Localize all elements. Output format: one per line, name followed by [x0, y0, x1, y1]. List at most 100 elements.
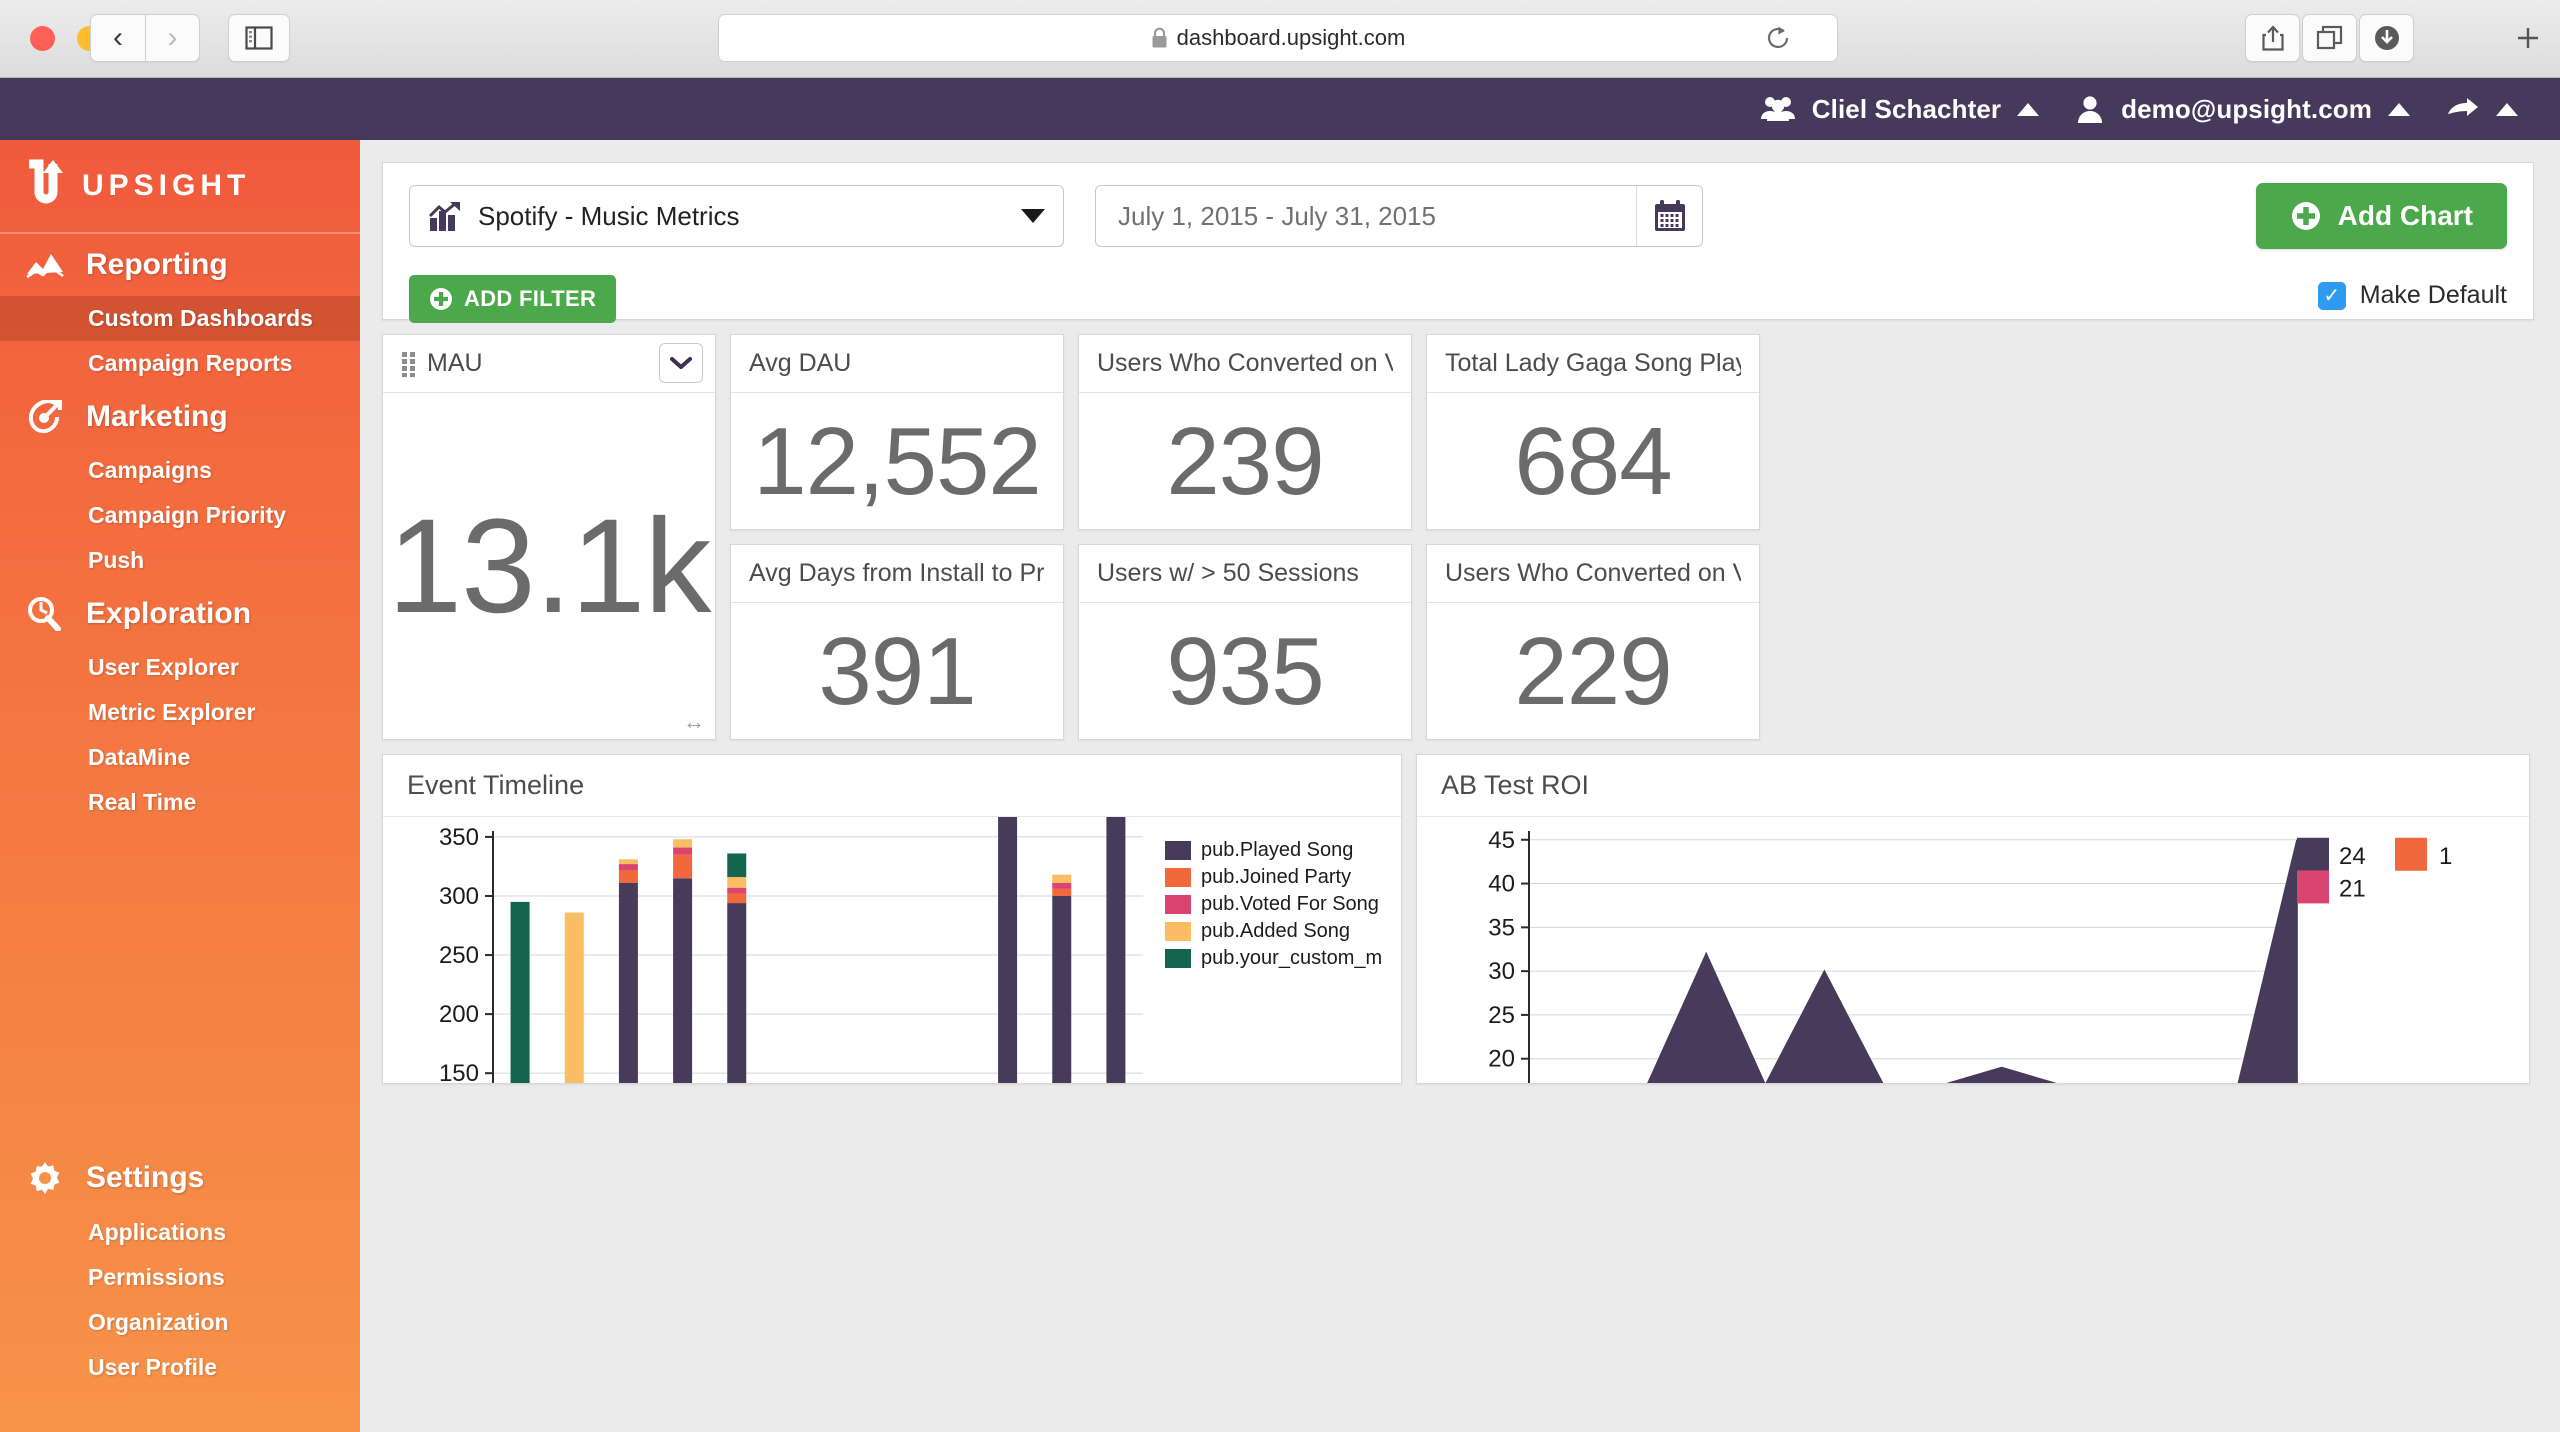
- card-value: 229: [1514, 618, 1672, 725]
- card-value: 684: [1514, 408, 1672, 515]
- metric-card-avg-days-install-premium[interactable]: Avg Days from Install to Premi… 391: [730, 544, 1064, 740]
- sidebar-item-real-time[interactable]: Real Time: [0, 780, 360, 825]
- reload-button[interactable]: [1750, 14, 1805, 62]
- back-button[interactable]: ‹: [90, 14, 145, 62]
- svg-text:150: 150: [439, 1060, 479, 1084]
- card-value: 239: [1166, 408, 1324, 515]
- legend-item[interactable]: pub.Voted For Song: [1165, 893, 1382, 916]
- chart-card-event-timeline[interactable]: Event Timeline 150 200 250 300 350 pub.Playe…: [382, 754, 1402, 1084]
- main-sidebar: UPSIGHT Reporting Custom Dashboards Camp…: [0, 140, 360, 1432]
- sidebar-item-datamine[interactable]: DataMine: [0, 735, 360, 780]
- sidebar-item-label: Permissions: [88, 1264, 225, 1290]
- address-bar[interactable]: dashboard.upsight.com: [718, 14, 1838, 62]
- dashboard-content: Spotify - Music Metrics July 1, 2015 - J…: [360, 140, 2560, 1432]
- card-title: Users Who Converted on Vari…: [1097, 349, 1393, 377]
- share-button[interactable]: [2245, 14, 2300, 62]
- sidebar-toggle-button[interactable]: [228, 14, 290, 62]
- card-menu-button[interactable]: [659, 343, 703, 383]
- sidebar-item-metric-explorer[interactable]: Metric Explorer: [0, 690, 360, 735]
- sidebar-item-user-explorer[interactable]: User Explorer: [0, 645, 360, 690]
- sidebar-item-label: Campaign Priority: [88, 502, 287, 528]
- forward-button[interactable]: ›: [145, 14, 200, 62]
- card-header: Users Who Converted on Vari…: [1079, 335, 1411, 393]
- svg-text:24: 24: [2339, 843, 2366, 870]
- calendar-icon[interactable]: [1636, 186, 1702, 246]
- sidebar-item-campaign-priority[interactable]: Campaign Priority: [0, 493, 360, 538]
- add-chart-button[interactable]: Add Chart: [2255, 183, 2507, 249]
- drag-handle-icon[interactable]: [401, 351, 417, 377]
- reload-icon: [1767, 26, 1788, 49]
- sidebar-section-settings[interactable]: Settings: [0, 1146, 360, 1210]
- sidebar-item-applications[interactable]: Applications: [0, 1210, 360, 1255]
- add-chart-label: Add Chart: [2337, 200, 2473, 231]
- share-icon: [2261, 25, 2284, 51]
- sidebar-item-label: Campaign Reports: [88, 350, 293, 376]
- sidebar-item-user-profile[interactable]: User Profile: [0, 1345, 360, 1390]
- sidebar-item-permissions[interactable]: Permissions: [0, 1255, 360, 1300]
- sidebar-section-marketing[interactable]: Marketing: [0, 386, 360, 448]
- legend-label: pub.Voted For Song: [1201, 893, 1379, 915]
- sidebar-section-reporting[interactable]: Reporting: [0, 234, 360, 296]
- sidebar-item-campaigns[interactable]: Campaigns: [0, 448, 360, 493]
- svg-text:25: 25: [1488, 1002, 1515, 1029]
- make-default-checkbox[interactable]: ✓: [2317, 281, 2346, 310]
- tab-overview-button[interactable]: [2302, 14, 2357, 62]
- metric-card-column: Users Who Converted on Vari… 239 Users w…: [1078, 334, 1412, 740]
- sidebar-section-exploration[interactable]: Exploration: [0, 583, 360, 645]
- sidebar-item-push[interactable]: Push: [0, 538, 360, 583]
- person-icon: [2078, 96, 2103, 123]
- add-filter-button[interactable]: ADD FILTER: [409, 275, 617, 323]
- legend-item[interactable]: pub.Joined Party: [1165, 866, 1382, 889]
- metric-card-mau[interactable]: MAU 13.1k ↔: [382, 334, 716, 740]
- org-switcher[interactable]: Cliel Schachter: [1760, 94, 2040, 125]
- legend-item[interactable]: pub.your_custom_m: [1165, 947, 1382, 970]
- metric-card-column: Avg DAU 12,552 Avg Days from Install to …: [730, 334, 1064, 740]
- svg-text:250: 250: [439, 942, 479, 969]
- chart-legend: pub.Played Song pub.Joined Party pub.Voted…: [1165, 839, 1382, 974]
- chart-card-ab-test-roi[interactable]: AB Test ROI 20 25 30 35 40 45 24 21 1: [1416, 754, 2530, 1084]
- legend-label: pub.Joined Party: [1201, 866, 1352, 888]
- metric-card-avg-dau[interactable]: Avg DAU 12,552: [730, 334, 1064, 530]
- svg-text:35: 35: [1488, 914, 1515, 941]
- card-title: Avg DAU: [749, 349, 852, 377]
- svg-text:350: 350: [439, 824, 479, 851]
- legend-item[interactable]: pub.Added Song: [1165, 920, 1382, 943]
- chart-up-icon: [428, 200, 462, 232]
- tab-overview-icon: [2316, 25, 2342, 50]
- user-menu[interactable]: demo@upsight.com: [2075, 94, 2410, 125]
- arrow-right-icon: [2448, 98, 2478, 116]
- sidebar-section-label: Marketing: [86, 400, 228, 433]
- make-default-toggle[interactable]: ✓ Make Default: [2317, 281, 2507, 310]
- chart-area-icon: [24, 250, 66, 280]
- sidebar-item-campaign-reports[interactable]: Campaign Reports: [0, 341, 360, 386]
- close-window-button[interactable]: [30, 26, 55, 51]
- caret-up-icon: [2388, 102, 2410, 116]
- make-default-label: Make Default: [2359, 281, 2507, 309]
- legend-item[interactable]: pub.Played Song: [1165, 839, 1382, 862]
- app-logo[interactable]: UPSIGHT: [0, 140, 360, 234]
- resize-horizontal-icon[interactable]: ↔: [683, 711, 705, 733]
- new-tab-button[interactable]: [2505, 14, 2550, 62]
- legend-swatch: [1165, 841, 1191, 860]
- chart-plot-area: 20 25 30 35 40 45 24 21 1: [1417, 817, 2529, 1083]
- sidebar-item-label: User Profile: [88, 1354, 218, 1380]
- legend-swatch: [1165, 868, 1191, 887]
- card-title: Total Lady Gaga Song Plays T…: [1445, 349, 1741, 377]
- card-title: Avg Days from Install to Premi…: [749, 559, 1045, 587]
- metric-card-users-converted-a[interactable]: Users Who Converted on Vari… 239: [1078, 334, 1412, 530]
- metric-card-users-converted-b[interactable]: Users Who Converted on Vari… 229: [1426, 544, 1760, 740]
- card-title: Users w/ > 50 Sessions: [1097, 559, 1359, 587]
- gear-icon: [24, 1160, 66, 1196]
- sidebar-section-label: Settings: [86, 1161, 205, 1194]
- sidebar-item-organization[interactable]: Organization: [0, 1300, 360, 1345]
- app-select[interactable]: Spotify - Music Metrics: [409, 185, 1064, 247]
- date-range-picker[interactable]: July 1, 2015 - July 31, 2015: [1095, 185, 1703, 247]
- caret-up-icon: [2017, 102, 2040, 116]
- sidebar-section-label: Exploration: [86, 597, 252, 630]
- metric-card-users-50-sessions[interactable]: Users w/ > 50 Sessions 935: [1078, 544, 1412, 740]
- sidebar-item-custom-dashboards[interactable]: Custom Dashboards: [0, 296, 360, 341]
- metric-card-lady-gaga-plays[interactable]: Total Lady Gaga Song Plays T… 684: [1426, 334, 1760, 530]
- downloads-button[interactable]: [2359, 14, 2414, 62]
- logout-menu[interactable]: [2446, 96, 2518, 122]
- card-value: 391: [818, 618, 976, 725]
